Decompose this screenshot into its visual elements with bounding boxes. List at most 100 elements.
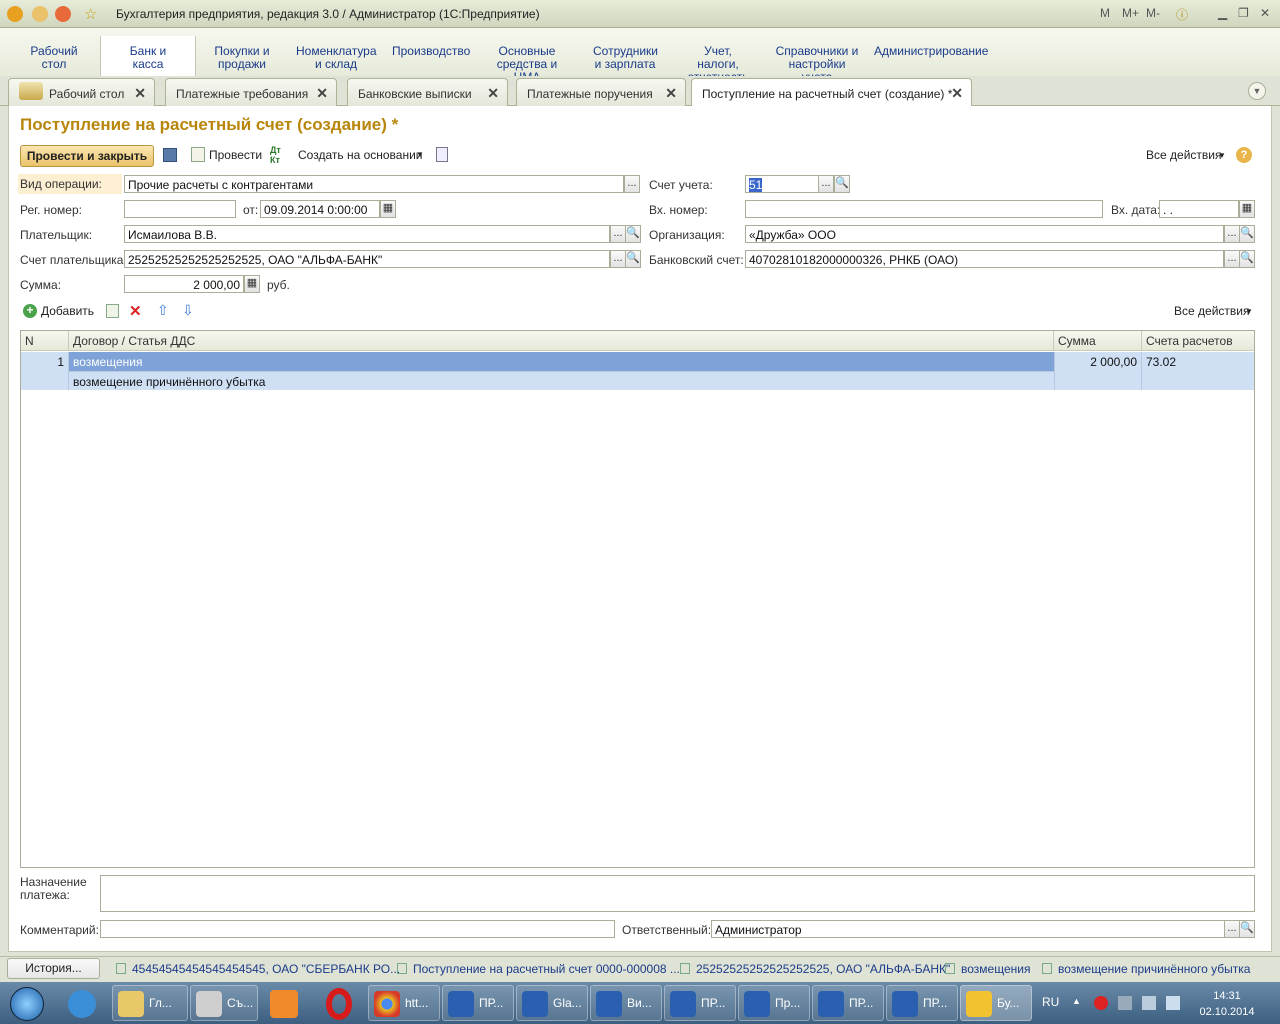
- column-header-sum[interactable]: Сумма: [1054, 331, 1142, 351]
- create-based-on-button[interactable]: Создать на основании: [298, 148, 423, 162]
- in-no-field[interactable]: [745, 200, 1103, 218]
- all-actions-menu[interactable]: Все действия: [1146, 148, 1221, 162]
- tab-close-icon[interactable]: ✕: [134, 85, 146, 102]
- dropdown-arrow-icon[interactable]: ▼: [416, 150, 424, 159]
- opera-icon[interactable]: [326, 988, 352, 1020]
- date-field[interactable]: 09.09.2014 0:00:00: [260, 200, 380, 218]
- section-staff[interactable]: Сотрудники и зарплата: [588, 45, 662, 71]
- row-sum[interactable]: 2 000,00: [1054, 352, 1142, 390]
- search-icon[interactable]: 🔍: [1239, 225, 1255, 243]
- help-icon[interactable]: ?: [1236, 147, 1252, 163]
- clock-time[interactable]: 14:31: [1200, 990, 1254, 1002]
- tray-flag-icon[interactable]: [1142, 996, 1156, 1010]
- tab-payment-orders[interactable]: Платежные поручения ✕: [516, 78, 686, 106]
- payments-table[interactable]: N Договор / Статья ДДС Сумма Счета расче…: [20, 330, 1255, 868]
- payer-account-select-button[interactable]: ...: [610, 250, 626, 268]
- payer-select-button[interactable]: ...: [610, 225, 626, 243]
- print-doc-icon[interactable]: [436, 147, 448, 162]
- history-link[interactable]: 45454545454545454545, ОАО "СБЕРБАНК РО..…: [116, 962, 400, 976]
- calendar-icon[interactable]: ▦: [1239, 200, 1255, 218]
- responsible-select-button[interactable]: ...: [1224, 920, 1240, 938]
- bank-account-field[interactable]: 40702810182000000326, РНКБ (ОАО): [745, 250, 1224, 268]
- post-and-close-button[interactable]: Провести и закрыть: [20, 145, 154, 167]
- tab-close-icon[interactable]: ✕: [665, 85, 677, 102]
- favorites-star-icon[interactable]: ☆: [84, 5, 97, 23]
- tab-close-icon[interactable]: ✕: [487, 85, 499, 102]
- section-admin[interactable]: Администрирование: [874, 45, 988, 58]
- section-production[interactable]: Производство: [392, 45, 470, 58]
- ie-icon[interactable]: [68, 990, 96, 1018]
- tab-receipt-create[interactable]: Поступление на расчетный счет (создание)…: [691, 78, 972, 107]
- row-contract[interactable]: возмещения: [69, 352, 1054, 371]
- purpose-field[interactable]: [100, 875, 1255, 912]
- search-icon[interactable]: 🔍: [834, 175, 850, 193]
- taskbar-item[interactable]: ПР...: [886, 985, 958, 1021]
- search-icon[interactable]: 🔍: [1239, 920, 1255, 938]
- taskbar-item[interactable]: ПР...: [442, 985, 514, 1021]
- column-header-contract[interactable]: Договор / Статья ДДС: [69, 331, 1054, 351]
- memory-m-icon[interactable]: M: [1100, 6, 1110, 20]
- info-icon[interactable]: ⓘ: [1176, 6, 1188, 23]
- add-row-button[interactable]: Добавить: [41, 304, 94, 318]
- taskbar-item[interactable]: htt...: [368, 985, 440, 1021]
- account-select-button[interactable]: ...: [818, 175, 834, 193]
- memory-minus-icon[interactable]: M-: [1146, 6, 1160, 20]
- history-link[interactable]: возмещение причинённого убытка: [1042, 962, 1250, 976]
- taskbar-item[interactable]: Ви...: [590, 985, 662, 1021]
- op-type-select-button[interactable]: ...: [624, 175, 640, 193]
- row-dds-item[interactable]: возмещение причинённого убытка: [69, 371, 1054, 390]
- bank-account-select-button[interactable]: ...: [1224, 250, 1240, 268]
- minimize-icon[interactable]: ▁: [1218, 6, 1227, 20]
- row-account[interactable]: 73.02: [1142, 352, 1254, 372]
- save-icon[interactable]: [163, 148, 177, 162]
- close-icon[interactable]: ✕: [1260, 6, 1270, 20]
- dt-kt-icon[interactable]: Дт Кт: [270, 145, 281, 165]
- calculator-icon[interactable]: ▦: [244, 275, 260, 293]
- taskbar-item-active[interactable]: Бу...: [960, 985, 1032, 1021]
- sum-field[interactable]: 2 000,00: [124, 275, 244, 293]
- column-header-n[interactable]: N: [21, 331, 69, 351]
- memory-plus-icon[interactable]: M+: [1122, 6, 1139, 20]
- taskbar-item[interactable]: Пр...: [738, 985, 810, 1021]
- history-link[interactable]: 25252525252525252525, ОАО "АЛЬФА-БАНК": [680, 962, 950, 976]
- move-up-icon[interactable]: ⇧: [157, 302, 169, 319]
- account-field[interactable]: 51: [745, 175, 819, 193]
- tray-expand-icon[interactable]: ▲: [1072, 996, 1081, 1006]
- search-icon[interactable]: 🔍: [625, 250, 641, 268]
- tab-payment-requests[interactable]: Платежные требования ✕: [165, 78, 337, 106]
- taskbar-item[interactable]: ПР...: [812, 985, 884, 1021]
- section-desktop[interactable]: Рабочий стол: [22, 45, 86, 71]
- tab-close-icon[interactable]: ✕: [316, 85, 328, 102]
- tab-bank-statements[interactable]: Банковские выписки ✕: [347, 78, 508, 106]
- responsible-field[interactable]: Администратор: [711, 920, 1225, 938]
- clock-date[interactable]: 02.10.2014: [1196, 1006, 1258, 1018]
- post-doc-icon[interactable]: [191, 147, 205, 162]
- history-button[interactable]: История...: [7, 958, 100, 979]
- move-down-icon[interactable]: ⇩: [182, 302, 194, 319]
- section-nomenclature[interactable]: Номенклатура и склад: [292, 45, 380, 71]
- payer-account-field[interactable]: 25252525252525252525, ОАО "АЛЬФА-БАНК": [124, 250, 610, 268]
- dropdown-arrow-icon[interactable]: ▼: [1218, 151, 1226, 160]
- dropdown-arrow-icon[interactable]: ▼: [1245, 307, 1253, 316]
- copy-row-icon[interactable]: [106, 304, 119, 318]
- calendar-icon[interactable]: ▦: [380, 200, 396, 218]
- taskbar-item[interactable]: ПР...: [664, 985, 736, 1021]
- add-icon[interactable]: +: [23, 304, 37, 318]
- tab-close-icon[interactable]: ✕: [951, 85, 963, 102]
- history-link[interactable]: Поступление на расчетный счет 0000-00000…: [397, 962, 680, 976]
- delete-icon[interactable]: ✕: [129, 302, 142, 320]
- maximize-icon[interactable]: ❐: [1238, 6, 1249, 20]
- tray-network-icon[interactable]: [1118, 996, 1132, 1010]
- search-icon[interactable]: 🔍: [625, 225, 641, 243]
- comment-field[interactable]: [100, 920, 615, 938]
- search-icon[interactable]: 🔍: [1239, 250, 1255, 268]
- taskbar-item[interactable]: Гл...: [112, 985, 188, 1021]
- tabs-dropdown-icon[interactable]: ▼: [1248, 82, 1266, 100]
- org-field[interactable]: «Дружба» ООО: [745, 225, 1224, 243]
- op-type-field[interactable]: Прочие расчеты с контрагентами: [124, 175, 624, 193]
- taskbar-item[interactable]: Съ...: [190, 985, 258, 1021]
- language-indicator[interactable]: RU: [1042, 995, 1059, 1009]
- tab-desktop[interactable]: Рабочий стол ✕: [8, 78, 155, 106]
- table-row[interactable]: 1 возмещения возмещение причинённого убы…: [21, 352, 1254, 390]
- reg-no-field[interactable]: [124, 200, 236, 218]
